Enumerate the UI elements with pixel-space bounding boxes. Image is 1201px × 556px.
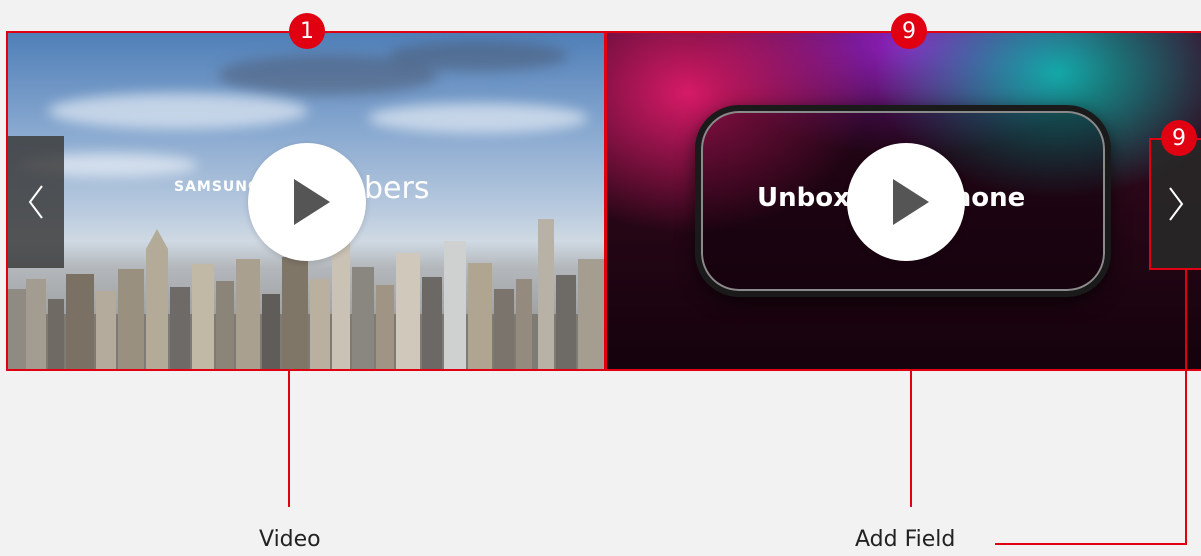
carousel-prev-button[interactable] bbox=[8, 136, 64, 268]
callout-line-next bbox=[1185, 270, 1187, 545]
caption-video: Video bbox=[259, 527, 321, 552]
stage: SAMSUNG bers Unbox your phone 1 9 9 Vide… bbox=[0, 0, 1201, 556]
carousel-next-button[interactable] bbox=[1149, 138, 1201, 270]
tile-brand-text: SAMSUNG bbox=[174, 179, 261, 195]
chevron-right-icon bbox=[1169, 187, 1184, 221]
play-icon[interactable] bbox=[847, 143, 965, 261]
annotation-badge-video: 1 bbox=[289, 13, 325, 49]
callout-line-next-horizontal bbox=[995, 543, 1187, 545]
caption-add-field: Add Field bbox=[855, 527, 956, 552]
chevron-left-icon bbox=[28, 185, 43, 219]
video-tile-city[interactable]: SAMSUNG bers bbox=[6, 31, 606, 371]
video-tile-party[interactable]: Unbox your phone bbox=[605, 31, 1201, 371]
annotation-badge-add-field: 9 bbox=[891, 13, 927, 49]
annotation-badge-next: 9 bbox=[1161, 120, 1197, 156]
play-icon[interactable] bbox=[248, 143, 366, 261]
tile-title-text: bers bbox=[364, 171, 430, 206]
callout-line-add-field bbox=[910, 371, 912, 507]
callout-line-video bbox=[288, 371, 290, 507]
